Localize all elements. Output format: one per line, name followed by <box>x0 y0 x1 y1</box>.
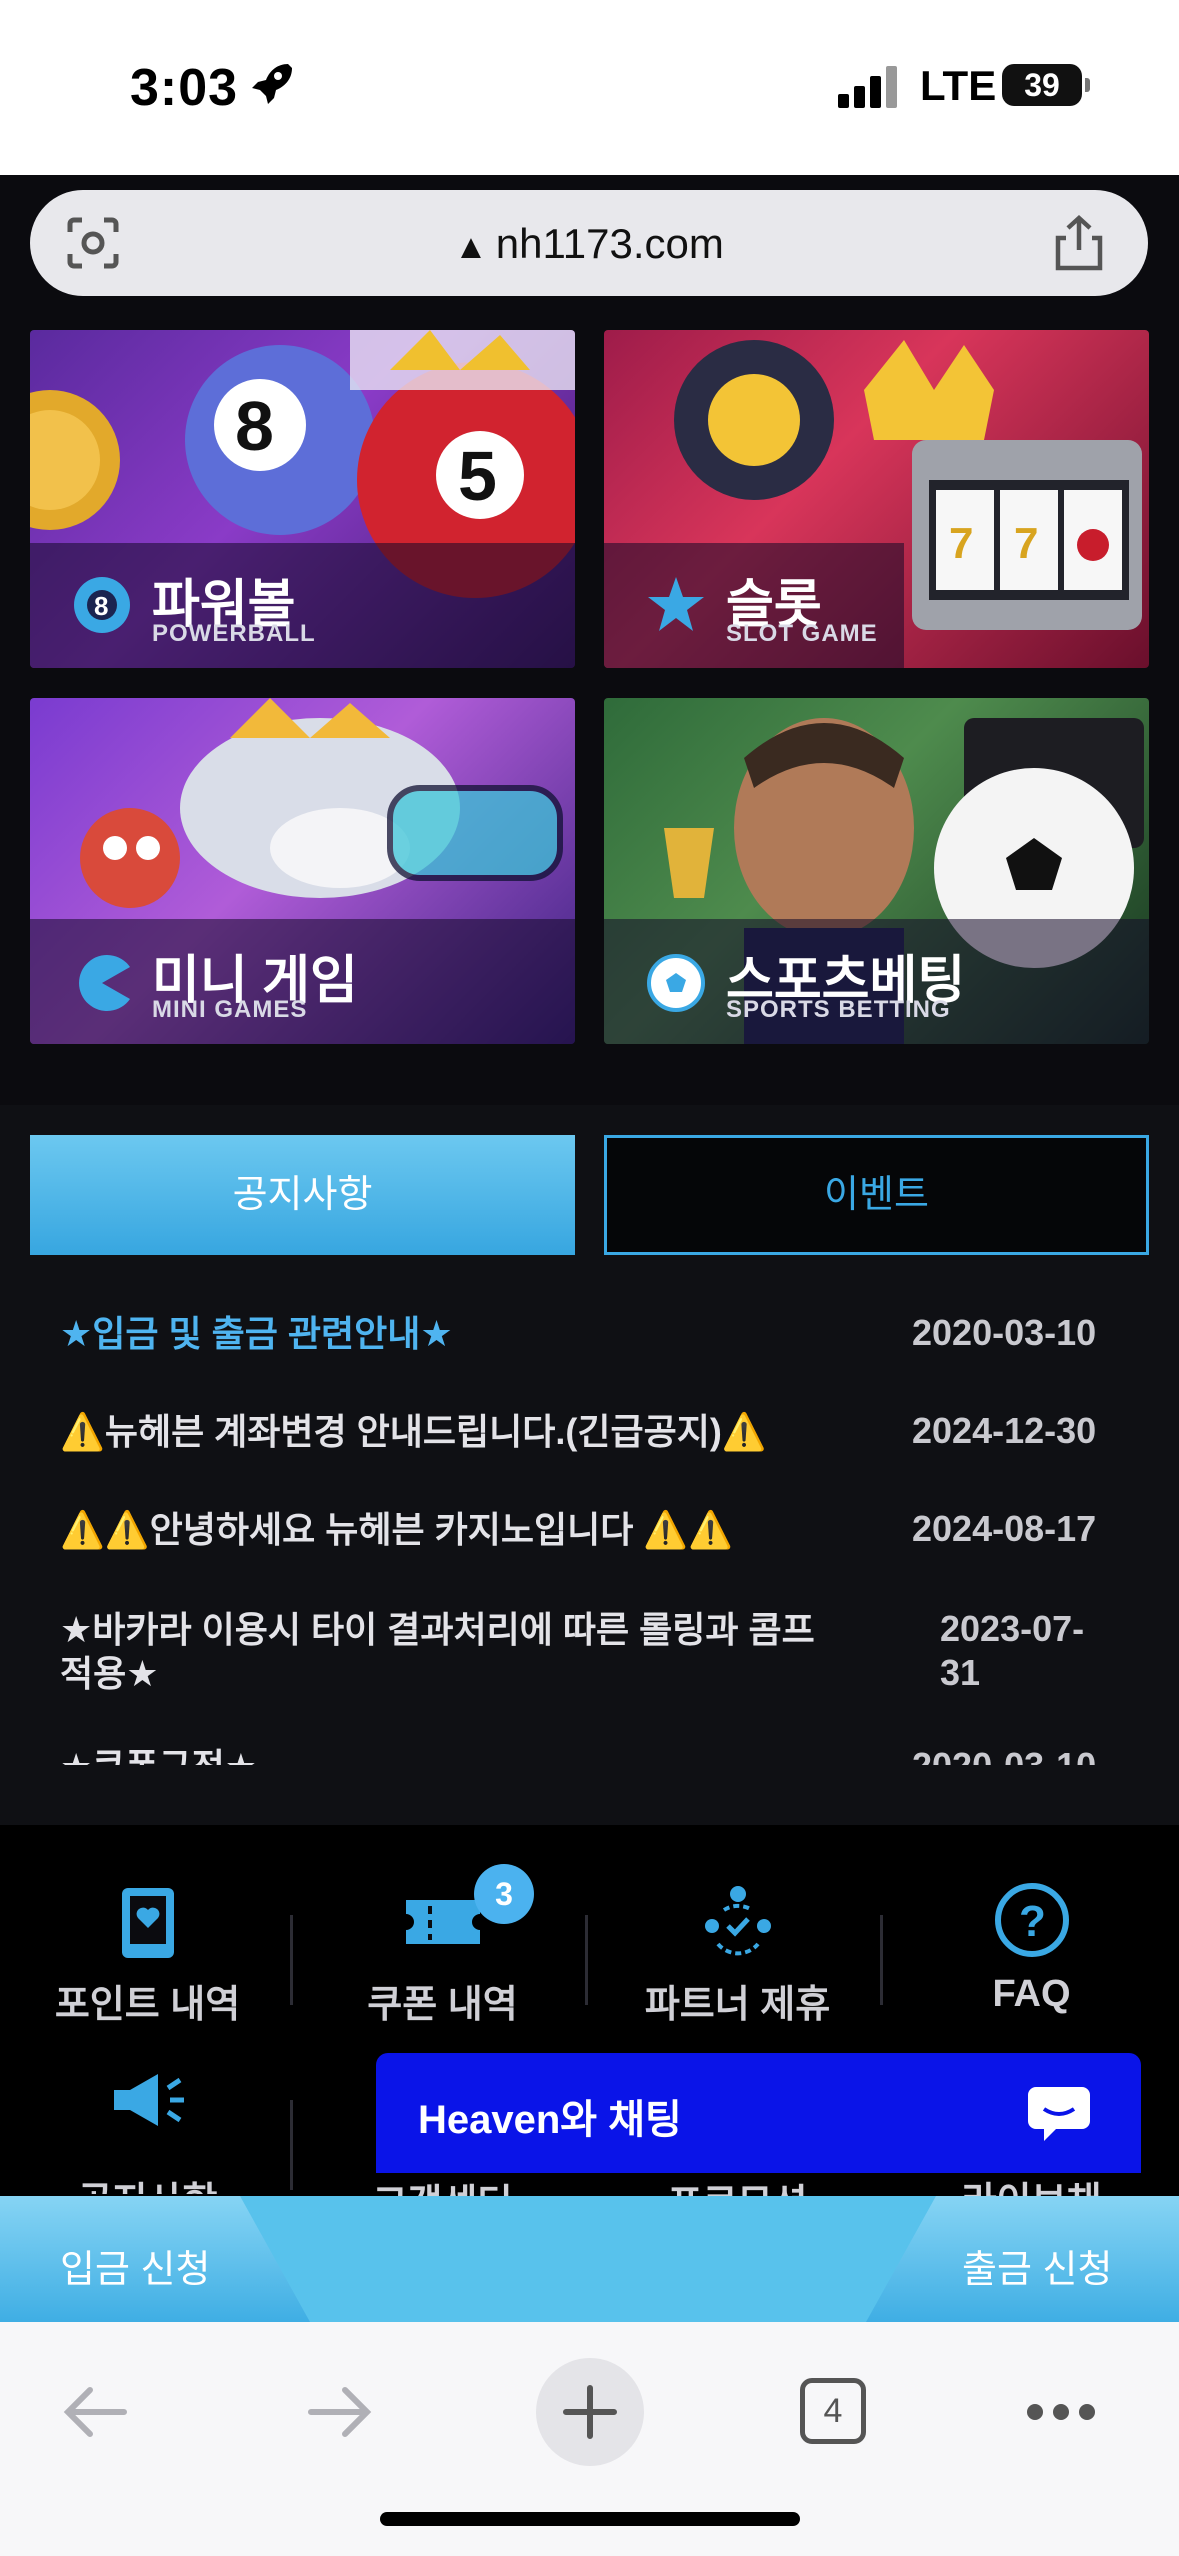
notice-title[interactable]: ★입금 및 출금 관련안내★ <box>60 1312 820 1356</box>
back-arrow-icon[interactable] <box>60 2382 130 2442</box>
game-subtitle: POWERBALL <box>152 620 316 647</box>
game-subtitle: SPORTS BETTING <box>726 996 951 1023</box>
tabs-button[interactable]: 4 <box>800 2378 866 2444</box>
notice-date: 31 <box>940 1652 981 1693</box>
plus-icon <box>563 2385 617 2439</box>
menu-divider <box>290 1915 293 2005</box>
svg-text:8: 8 <box>235 387 274 465</box>
chat-label: Heaven와 채팅 <box>418 2098 682 2142</box>
tab-event[interactable]: 이벤트 <box>604 1135 1149 1255</box>
status-bar: 3:03 LTE 39 ▲ nh1173.com <box>0 0 1179 296</box>
notice-date: 2023-07- <box>940 1608 1085 1649</box>
game-subtitle: MINI GAMES <box>152 996 308 1023</box>
coupon-count-badge: 3 <box>474 1864 534 1924</box>
svg-text:7: 7 <box>949 519 973 568</box>
menu-label: 공지사항 <box>0 2170 295 2194</box>
notice-title[interactable]: ★바카라 이용시 타이 결과처리에 따른 롤링과 콤프적용★ <box>60 1608 820 1696</box>
game-card-slot[interactable]: 7 7 슬롯 SLOT GAME <box>604 330 1149 668</box>
menu-label: 파트너 제휴 <box>644 1984 831 2026</box>
menu-coupon-history[interactable]: 쿠폰 내역 <box>295 1880 590 2028</box>
forward-arrow-icon[interactable] <box>305 2382 375 2442</box>
status-time: 3:03 <box>130 59 239 117</box>
menu-label-clip: 라이브채 <box>884 2170 1179 2196</box>
svg-text:7: 7 <box>1014 519 1038 568</box>
cell-signal-icon <box>838 66 900 108</box>
chat-bubble-icon <box>1028 2087 1090 2141</box>
8-ball-icon: 8 <box>74 577 130 633</box>
share-icon[interactable] <box>1052 214 1106 272</box>
menu-label-clip: 공지사항 <box>0 2170 295 2194</box>
notice-date: 2020-03-10 <box>912 1745 1096 1765</box>
deposit-label: 입금 신청 <box>60 2249 211 2291</box>
pacman-icon <box>79 955 130 1011</box>
svg-text:8: 8 <box>94 591 108 621</box>
menu-point-history[interactable]: 포인트 내역 <box>0 1880 295 2028</box>
phone-heart-icon <box>121 1888 174 1958</box>
menu-live[interactable]: 라이브채 <box>884 2170 1179 2196</box>
url-text[interactable]: ▲ nh1173.com <box>30 220 1148 268</box>
home-indicator <box>380 2512 800 2526</box>
menu-divider <box>880 1915 883 2005</box>
soccer-ball-icon <box>647 954 705 1012</box>
game-card-mini-games[interactable]: 미니 게임 MINI GAMES <box>30 698 575 1044</box>
notice-date: 2024-08-17 <box>912 1508 1097 1549</box>
url-bar[interactable]: ▲ nh1173.com <box>30 190 1148 296</box>
notice-title[interactable]: ⚠️뉴헤븐 계좌변경 안내드립니다.(긴급공지)⚠️ <box>60 1410 820 1454</box>
chat-widget[interactable]: Heaven와 채팅 <box>376 2053 1141 2173</box>
menu-label: 쿠폰 내역 <box>367 1984 518 2026</box>
megaphone-icon <box>113 2074 184 2126</box>
menu-divider <box>290 2100 293 2190</box>
tab-notice[interactable]: 공지사항 <box>30 1135 575 1255</box>
star-icon <box>648 577 704 631</box>
network-type: LTE <box>920 62 997 109</box>
svg-text:?: ? <box>1019 1897 1046 1946</box>
svg-text:5: 5 <box>458 437 497 515</box>
menu-partner[interactable]: 파트너 제휴 <box>590 1880 885 2028</box>
partnership-icon <box>704 1886 771 1956</box>
menu-label: 포인트 내역 <box>54 1984 241 2026</box>
new-tab-button[interactable] <box>536 2358 644 2466</box>
more-icon[interactable] <box>1025 2400 1097 2424</box>
notice-date: 2024-12-30 <box>912 1410 1097 1451</box>
battery-icon: 39 <box>1002 64 1090 106</box>
url-value: nh1173.com <box>495 220 724 267</box>
notice-date: 2020-03-10 <box>912 1312 1097 1353</box>
withdraw-label: 출금 신청 <box>962 2249 1113 2291</box>
warning-icon: ▲ <box>454 228 488 266</box>
notice-title[interactable]: ⚠️⚠️안녕하세요 뉴헤븐 카지노입니다 ⚠️⚠️ <box>60 1508 820 1552</box>
game-card-sports-betting[interactable]: 스포츠베팅 SPORTS BETTING <box>604 698 1149 1044</box>
notice-title[interactable]: ★쿠폰규정★ <box>60 1745 820 1765</box>
game-subtitle: SLOT GAME <box>726 620 878 647</box>
game-card-powerball[interactable]: 8 5 8 파워볼 POWERBALL <box>30 330 575 668</box>
menu-faq[interactable]: ? FAQ <box>884 1880 1179 2016</box>
rocket-icon <box>248 60 296 119</box>
question-circle-icon: ? <box>994 1883 1069 1957</box>
notice-row-clipped: ★쿠폰규정★ 2020-03-10 <box>0 1745 1179 1765</box>
menu-label: FAQ <box>992 1973 1071 2015</box>
menu-notice[interactable] <box>0 2068 295 2137</box>
menu-divider <box>585 1915 588 2005</box>
